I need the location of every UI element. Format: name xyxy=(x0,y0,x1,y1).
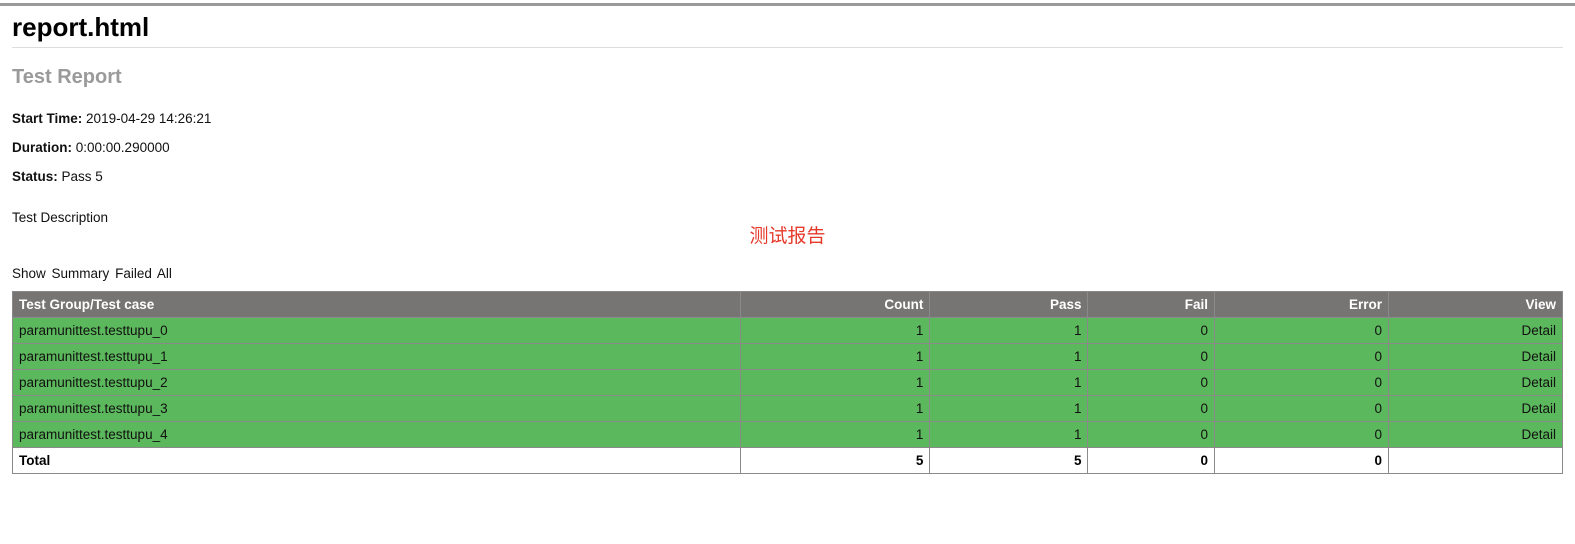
results-table: Test Group/Test case Count Pass Fail Err… xyxy=(12,291,1563,474)
cell-name: paramunittest.testtupu_1 xyxy=(13,344,741,370)
cell-fail: 0 xyxy=(1088,318,1215,344)
view-failed-link[interactable]: Failed xyxy=(115,266,152,281)
cell-error: 0 xyxy=(1215,344,1389,370)
th-pass: Pass xyxy=(930,292,1088,318)
table-row: paramunittest.testtupu_21100Detail xyxy=(13,370,1563,396)
view-summary-link[interactable]: Summary xyxy=(52,266,110,281)
annotation-text: 测试报告 xyxy=(12,221,1563,248)
report-heading: Test Report xyxy=(12,66,1563,89)
cell-fail: 0 xyxy=(1088,370,1215,396)
table-total-row: Total5500 xyxy=(13,448,1563,474)
cell-pass: 1 xyxy=(930,318,1088,344)
th-name: Test Group/Test case xyxy=(13,292,741,318)
th-fail: Fail xyxy=(1088,292,1215,318)
cell-fail: 0 xyxy=(1088,396,1215,422)
table-row: paramunittest.testtupu_41100Detail xyxy=(13,422,1563,448)
cell-total-fail: 0 xyxy=(1088,448,1215,474)
page-title: report.html xyxy=(12,12,1563,43)
cell-error: 0 xyxy=(1215,422,1389,448)
cell-view-link[interactable]: Detail xyxy=(1388,422,1562,448)
th-view: View xyxy=(1388,292,1562,318)
th-count: Count xyxy=(740,292,930,318)
cell-total-pass: 5 xyxy=(930,448,1088,474)
meta-duration: Duration: 0:00:00.290000 xyxy=(12,140,1563,155)
th-error: Error xyxy=(1215,292,1389,318)
cell-count: 1 xyxy=(740,344,930,370)
cell-pass: 1 xyxy=(930,344,1088,370)
cell-count: 1 xyxy=(740,318,930,344)
duration-value: 0:00:00.290000 xyxy=(76,140,170,155)
cell-error: 0 xyxy=(1215,370,1389,396)
cell-view-link[interactable]: Detail xyxy=(1388,318,1562,344)
table-row: paramunittest.testtupu_31100Detail xyxy=(13,396,1563,422)
cell-name: paramunittest.testtupu_4 xyxy=(13,422,741,448)
cell-total-view xyxy=(1388,448,1562,474)
cell-total-error: 0 xyxy=(1215,448,1389,474)
view-all-link[interactable]: All xyxy=(157,266,172,281)
table-row: paramunittest.testtupu_01100Detail xyxy=(13,318,1563,344)
table-row: paramunittest.testtupu_11100Detail xyxy=(13,344,1563,370)
view-prefix: Show xyxy=(12,266,46,281)
cell-total-label: Total xyxy=(13,448,741,474)
cell-pass: 1 xyxy=(930,422,1088,448)
start-time-label: Start Time: xyxy=(12,111,82,126)
cell-view-link[interactable]: Detail xyxy=(1388,370,1562,396)
cell-count: 1 xyxy=(740,422,930,448)
table-header-row: Test Group/Test case Count Pass Fail Err… xyxy=(13,292,1563,318)
title-divider xyxy=(12,47,1563,48)
cell-fail: 0 xyxy=(1088,344,1215,370)
cell-fail: 0 xyxy=(1088,422,1215,448)
cell-name: paramunittest.testtupu_0 xyxy=(13,318,741,344)
cell-view-link[interactable]: Detail xyxy=(1388,396,1562,422)
meta-start-time: Start Time: 2019-04-29 14:26:21 xyxy=(12,111,1563,126)
meta-block: Start Time: 2019-04-29 14:26:21 Duration… xyxy=(12,111,1563,184)
cell-name: paramunittest.testtupu_3 xyxy=(13,396,741,422)
cell-pass: 1 xyxy=(930,370,1088,396)
status-value: Pass 5 xyxy=(62,169,103,184)
start-time-value: 2019-04-29 14:26:21 xyxy=(86,111,211,126)
cell-pass: 1 xyxy=(930,396,1088,422)
cell-error: 0 xyxy=(1215,318,1389,344)
status-label: Status: xyxy=(12,169,58,184)
cell-count: 1 xyxy=(740,370,930,396)
cell-count: 1 xyxy=(740,396,930,422)
meta-status: Status: Pass 5 xyxy=(12,169,1563,184)
view-links: Show Summary Failed All xyxy=(12,266,1563,281)
cell-view-link[interactable]: Detail xyxy=(1388,344,1562,370)
cell-name: paramunittest.testtupu_2 xyxy=(13,370,741,396)
duration-label: Duration: xyxy=(12,140,72,155)
cell-total-count: 5 xyxy=(740,448,930,474)
cell-error: 0 xyxy=(1215,396,1389,422)
